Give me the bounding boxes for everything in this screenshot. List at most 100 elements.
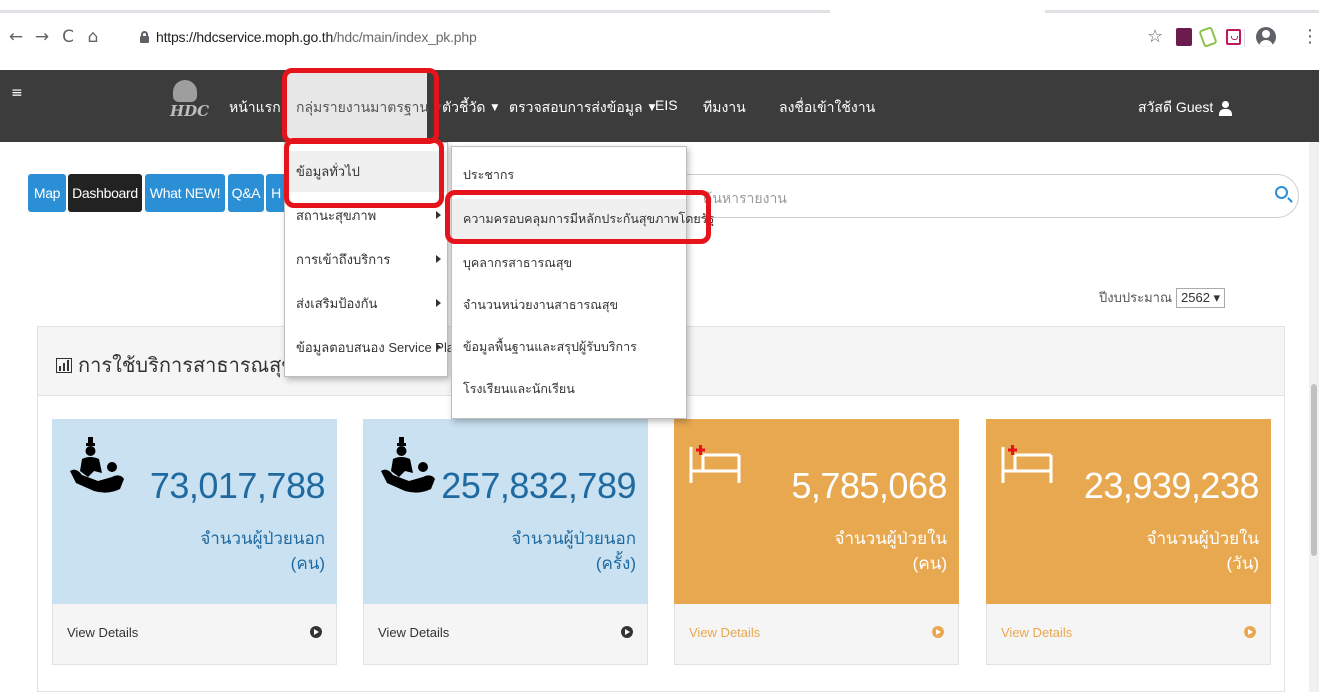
address-bar[interactable]: https://hdcservice.moph.go.th/hdc/main/i…: [156, 29, 477, 45]
view-details-link[interactable]: View Details: [363, 604, 648, 665]
lock-icon: [140, 31, 149, 43]
card-body: 257,832,789 จำนวนผู้ป่วยนอก (ครั้ง): [363, 419, 648, 604]
card-body: 5,785,068 จำนวนผู้ป่วยใน (คน): [674, 419, 959, 604]
menu-item-label: โรงเรียนและนักเรียน: [463, 382, 575, 396]
view-details-label: View Details: [689, 625, 761, 640]
nav-data-check-label: ตรวจสอบการส่งข้อมูล: [509, 99, 643, 115]
menu-item-label: การเข้าถึงบริการ: [296, 252, 391, 267]
user-greeting[interactable]: สวัสดี Guest: [1138, 97, 1233, 119]
view-details-link[interactable]: View Details: [52, 604, 337, 665]
qa-button[interactable]: Q&A: [228, 174, 264, 212]
submenu-item-schools[interactable]: โรงเรียนและนักเรียน: [452, 369, 686, 410]
greeting-label: สวัสดี Guest: [1138, 99, 1214, 115]
card-unit: (วัน): [1226, 554, 1260, 573]
profile-icon[interactable]: [1256, 27, 1276, 47]
submenu-item-basic-info[interactable]: ข้อมูลพื้นฐานและสรุปผู้รับบริการ: [452, 327, 686, 368]
card-value: 257,832,789: [441, 465, 636, 506]
hospital-bed-icon: [1001, 445, 1053, 483]
arrow-circle-right-icon: [932, 626, 944, 638]
nav-home[interactable]: หน้าแรก: [229, 97, 281, 119]
stat-card-opd-persons: 73,017,788 จำนวนผู้ป่วยนอก (คน) View Det…: [52, 419, 337, 665]
dashboard-button[interactable]: Dashboard: [68, 174, 142, 212]
submenu-item-health-units[interactable]: จำนวนหน่วยงานสาธารณสุข: [452, 285, 686, 326]
submenu-item-health-personnel[interactable]: บุคลากรสาธารณสุข: [452, 243, 686, 284]
card-body: 73,017,788 จำนวนผู้ป่วยนอก (คน): [52, 419, 337, 604]
card-value: 5,785,068: [791, 465, 947, 506]
stat-card-ipd-days: 23,939,238 จำนวนผู้ป่วยใน (วัน) View Det…: [986, 419, 1271, 665]
stat-card-ipd-persons: 5,785,068 จำนวนผู้ป่วยใน (คน) View Detai…: [674, 419, 959, 665]
forward-icon[interactable]: →: [33, 28, 51, 46]
view-details-link[interactable]: View Details: [674, 604, 959, 665]
view-details-label: View Details: [378, 625, 450, 640]
card-unit: (คน): [290, 554, 325, 573]
help-button[interactable]: H: [266, 174, 286, 212]
menu-item-label: บุคลากรสาธารณสุข: [463, 256, 573, 270]
annotation-box-nav: [282, 68, 439, 144]
card-label: จำนวนผู้ป่วยใน: [834, 529, 947, 548]
card-unit: (ครั้ง): [595, 554, 636, 573]
arrow-circle-right-icon: [1244, 626, 1256, 638]
extension-3-icon[interactable]: [1226, 29, 1241, 45]
bar-chart-icon: [56, 358, 72, 373]
submenu-arrow-icon: [436, 211, 441, 219]
card-label: จำนวนผู้ป่วยนอก: [511, 529, 636, 548]
toolbar-divider: [1244, 29, 1245, 47]
extension-1-icon[interactable]: [1176, 28, 1192, 46]
fiscal-year-select[interactable]: 2562 ▾: [1176, 288, 1226, 308]
view-details-link[interactable]: View Details: [986, 604, 1271, 665]
nav-team[interactable]: ทีมงาน: [703, 97, 746, 119]
card-value: 73,017,788: [149, 465, 326, 506]
extension-2-icon[interactable]: [1198, 26, 1218, 48]
menu-item-service-access[interactable]: การเข้าถึงบริการ: [285, 239, 447, 280]
submenu-arrow-icon: [436, 255, 441, 263]
menu-item-label: จำนวนหน่วยงานสาธารณสุข: [463, 298, 619, 312]
search-input[interactable]: ค้นหารายงาน: [703, 188, 787, 210]
browser-chrome: ← → C ⌂ https://hdcservice.moph.go.th/hd…: [0, 0, 1319, 70]
fiscal-year-label: ปีงบประมาณ: [1099, 290, 1172, 305]
doctor-patient-icon: [381, 437, 435, 493]
nav-login[interactable]: ลงชื่อเข้าใช้งาน: [779, 97, 875, 119]
page-scrollbar[interactable]: [1309, 142, 1319, 692]
scrollbar-thumb[interactable]: [1311, 384, 1317, 556]
menu-item-label: ส่งเสริมป้องกัน: [296, 296, 378, 311]
card-label: จำนวนผู้ป่วยนอก: [200, 529, 325, 548]
submenu-arrow-icon: [436, 299, 441, 307]
view-details-label: View Details: [1001, 625, 1073, 640]
menu-item-service-plan[interactable]: ข้อมูลตอบสนอง Service Plan: [285, 327, 461, 368]
stat-card-opd-visits: 257,832,789 จำนวนผู้ป่วยนอก (ครั้ง) View…: [363, 419, 648, 665]
tab-strip-line: [0, 10, 830, 13]
reload-icon[interactable]: C: [59, 28, 77, 46]
arrow-circle-right-icon: [621, 626, 633, 638]
card-value: 23,939,238: [1083, 465, 1260, 506]
annotation-box-coverage: [445, 190, 711, 244]
report-search[interactable]: ค้นหารายงาน: [650, 174, 1299, 218]
whats-new-button[interactable]: What NEW!: [145, 174, 225, 212]
menu-item-label: สถานะสุขภาพ: [296, 208, 377, 223]
user-icon: [1218, 100, 1233, 116]
submenu-arrow-icon: [436, 343, 441, 351]
card-unit: (คน): [912, 554, 947, 573]
more-menu-icon[interactable]: ⋮: [1301, 27, 1319, 47]
bookmark-star-icon[interactable]: ☆: [1147, 27, 1165, 47]
nav-eis[interactable]: EIS: [655, 97, 678, 113]
doctor-patient-icon: [70, 437, 124, 493]
panel-title-text: การใช้บริการสาธารณสุข: [78, 355, 295, 377]
annotation-box-general-info: [284, 138, 444, 208]
map-button[interactable]: Map: [28, 174, 66, 212]
top-navbar: ≡ HDC หน้าแรก ตัวชี้วัด ▼ ตรวจสอบการส่งข้…: [0, 70, 1319, 142]
home-icon[interactable]: ⌂: [84, 28, 102, 46]
chevron-down-icon: ▼: [491, 103, 499, 114]
search-icon[interactable]: [1275, 186, 1288, 199]
view-details-label: View Details: [67, 625, 139, 640]
fiscal-year-selector: ปีงบประมาณ 2562 ▾: [1099, 287, 1226, 308]
back-icon[interactable]: ←: [7, 28, 25, 46]
panel-title: การใช้บริการสาธารณสุข: [56, 349, 295, 381]
menu-item-prevention[interactable]: ส่งเสริมป้องกัน: [285, 283, 447, 324]
hospital-bed-icon: [689, 445, 741, 483]
hamburger-icon[interactable]: ≡: [11, 86, 23, 100]
nav-data-check[interactable]: ตรวจสอบการส่งข้อมูล ▼: [509, 97, 655, 119]
nav-indicators[interactable]: ตัวชี้วัด ▼: [442, 97, 498, 119]
url-host: https://hdcservice.moph.go.th: [156, 29, 334, 45]
card-label: จำนวนผู้ป่วยใน: [1146, 529, 1259, 548]
hdc-logo[interactable]: HDC: [167, 80, 209, 126]
